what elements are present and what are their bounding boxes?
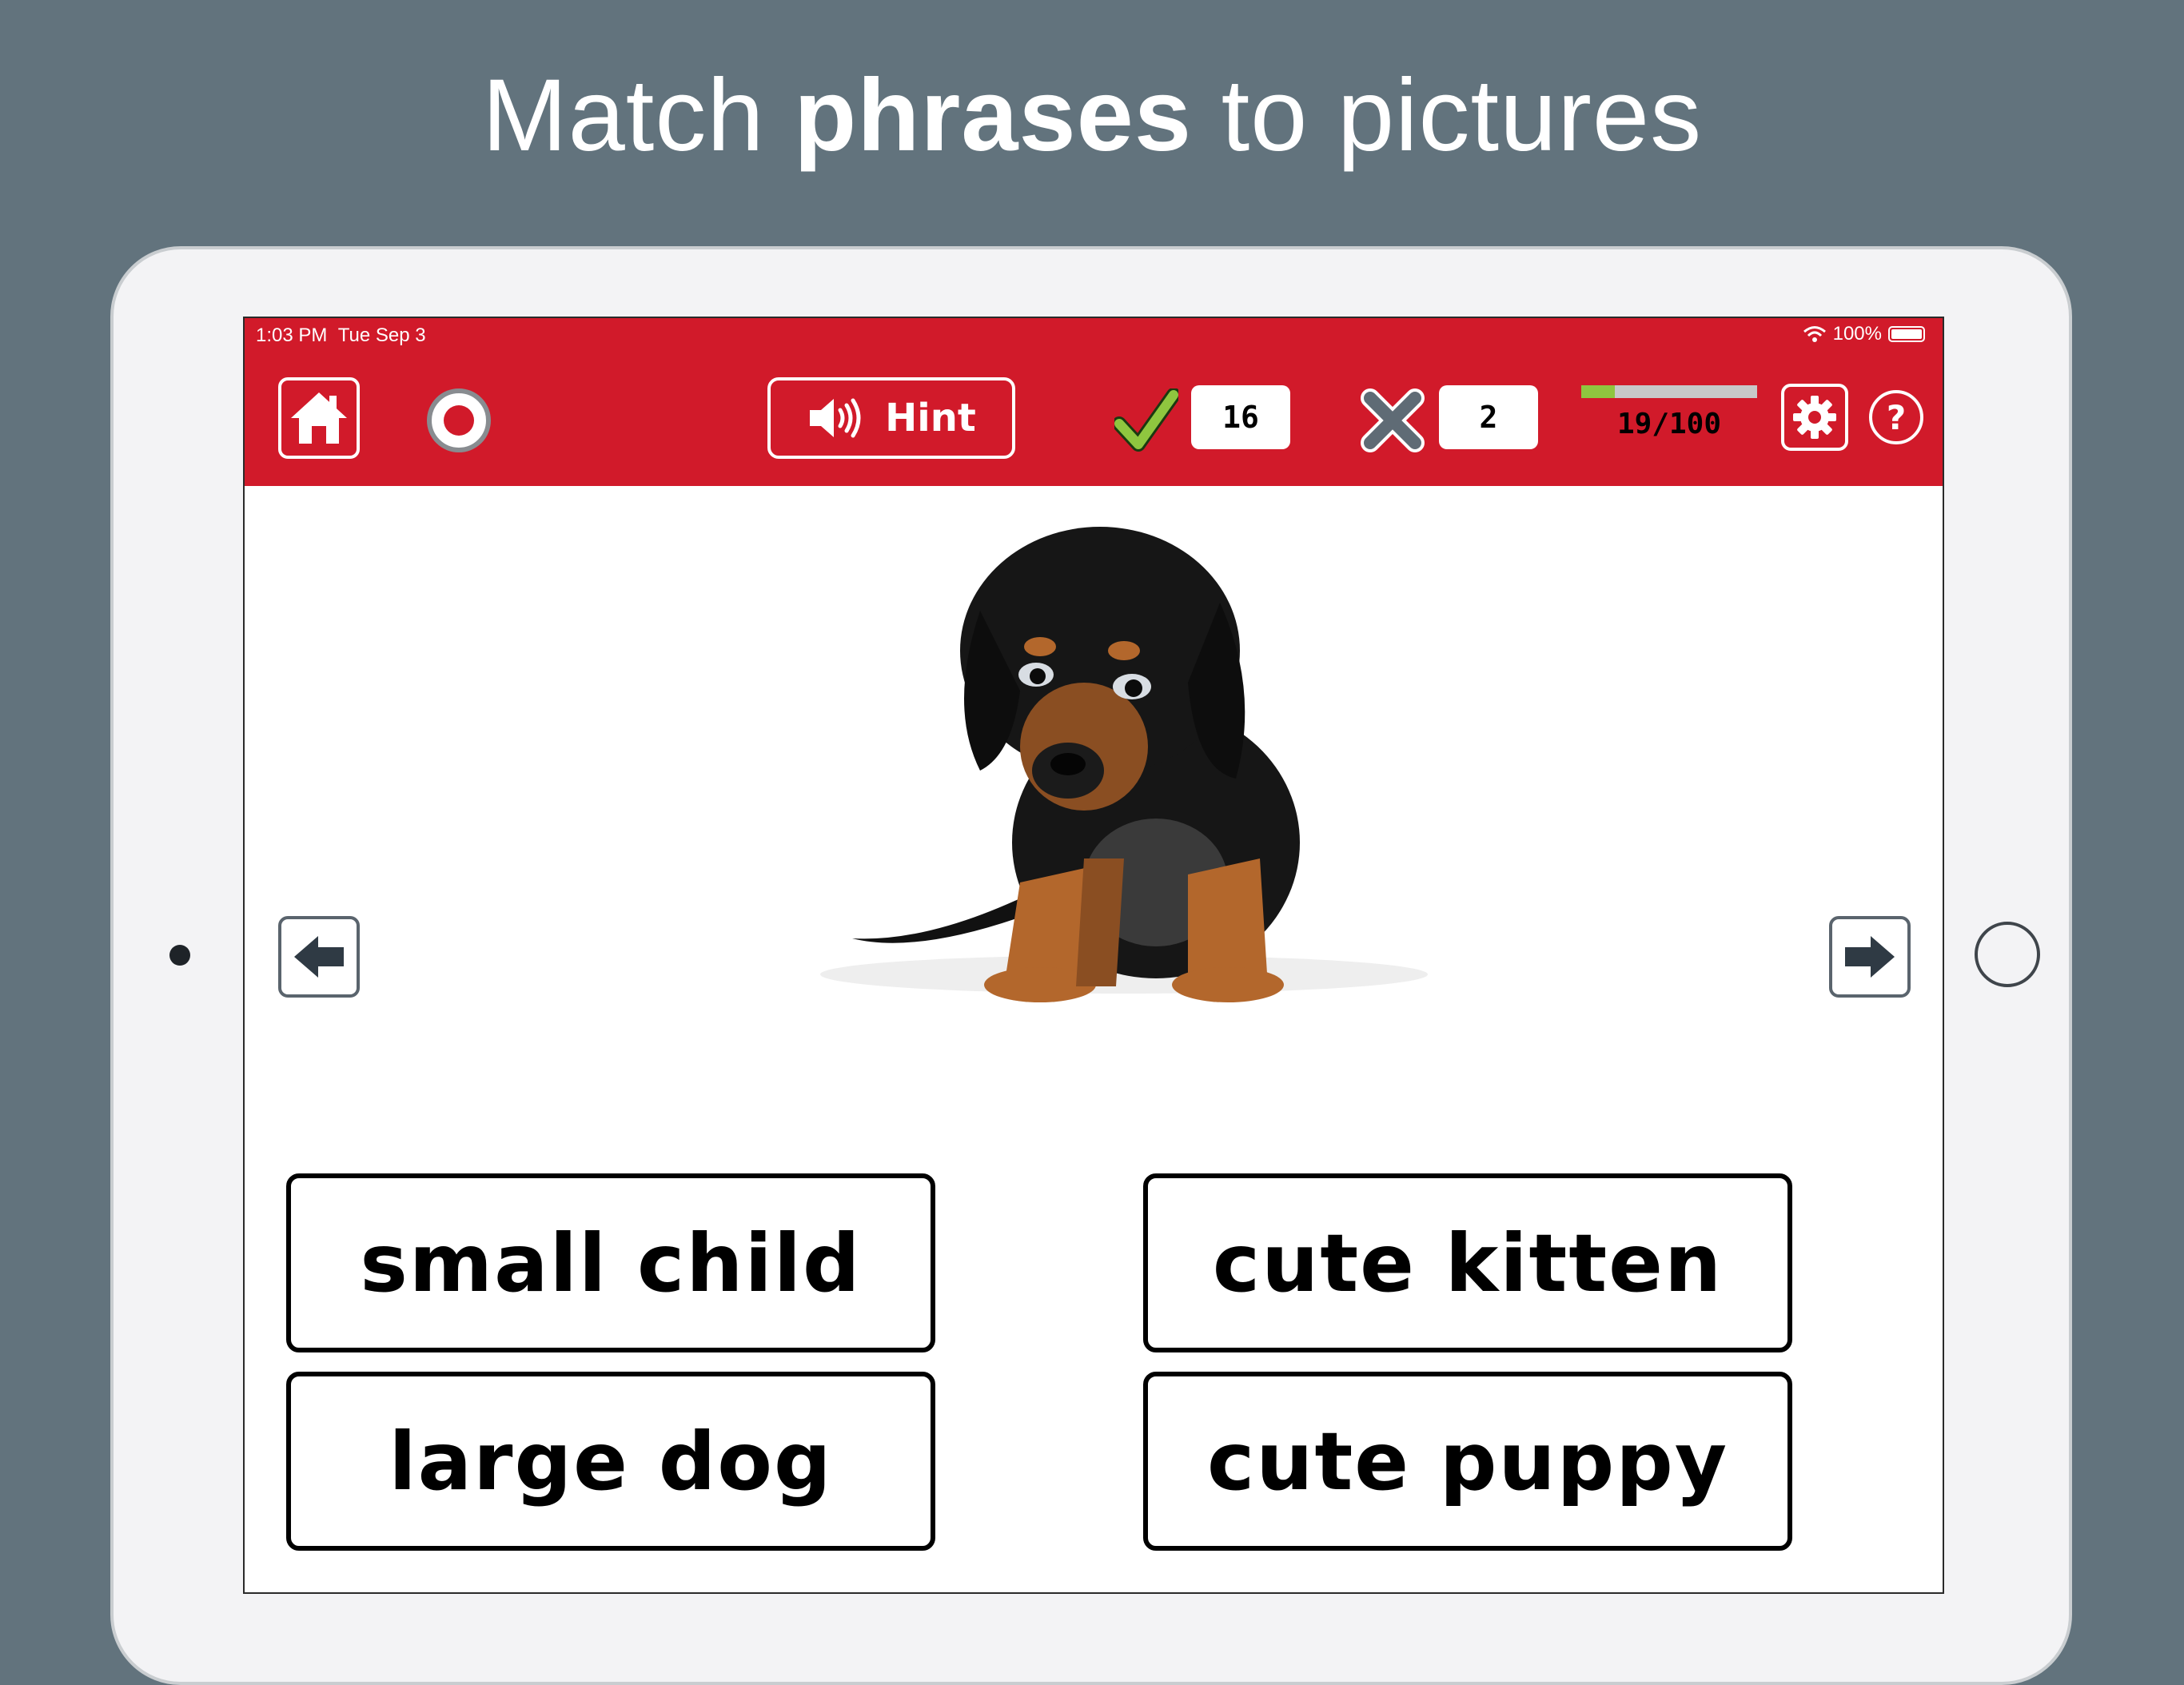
answer-large-dog[interactable]: large dog <box>286 1372 935 1551</box>
next-button[interactable] <box>1829 916 1911 998</box>
answer-cute-puppy[interactable]: cute puppy <box>1143 1372 1792 1551</box>
answer-cute-kitten[interactable]: cute kitten <box>1143 1173 1792 1352</box>
gear-icon <box>1793 396 1836 439</box>
hint-label: Hint <box>885 396 976 440</box>
progress: 19/100 <box>1581 385 1757 440</box>
status-right: 100% <box>1803 323 1925 345</box>
toolbar: 1:03 PM Tue Sep 3 100% Hint 16 2 19/100 … <box>245 318 1943 486</box>
progress-track <box>1581 385 1757 398</box>
battery-icon <box>1888 326 1925 342</box>
checkmark-icon <box>1114 388 1178 452</box>
hint-button[interactable]: Hint <box>767 377 1015 459</box>
status-time: 1:03 PM Tue Sep 3 <box>256 325 426 347</box>
home-button[interactable] <box>278 377 360 459</box>
previous-button[interactable] <box>278 916 360 998</box>
headline-post: to pictures <box>1192 58 1703 173</box>
record-button[interactable] <box>427 388 491 452</box>
settings-button[interactable] <box>1781 384 1848 451</box>
progress-text: 19/100 <box>1616 408 1722 440</box>
arrow-left-icon <box>294 936 344 978</box>
wifi-icon <box>1803 326 1826 342</box>
help-icon[interactable]: ? <box>1869 390 1923 444</box>
x-icon <box>1361 388 1425 452</box>
status-date-text: Tue Sep 3 <box>337 325 426 346</box>
record-icon <box>444 405 474 436</box>
status-time-text: 1:03 PM <box>256 325 328 346</box>
wrong-count: 2 <box>1439 385 1538 449</box>
home-icon <box>291 392 347 444</box>
headline-bold: phrases <box>794 58 1192 173</box>
battery-percent: 100% <box>1832 323 1882 345</box>
headline: Match phrases to pictures <box>0 40 2184 192</box>
camera-dot <box>169 945 190 966</box>
speaker-icon <box>810 398 861 438</box>
hardware-home-button[interactable] <box>1975 922 2040 987</box>
progress-fill <box>1581 385 1615 398</box>
arrow-right-icon <box>1845 936 1895 978</box>
answer-small-child[interactable]: small child <box>286 1173 935 1352</box>
dog-picture <box>820 527 1428 1002</box>
headline-pre: Match <box>481 58 795 173</box>
app-screen: 1:03 PM Tue Sep 3 100% Hint 16 2 19/100 … <box>243 317 1944 1594</box>
correct-count: 16 <box>1191 385 1290 449</box>
